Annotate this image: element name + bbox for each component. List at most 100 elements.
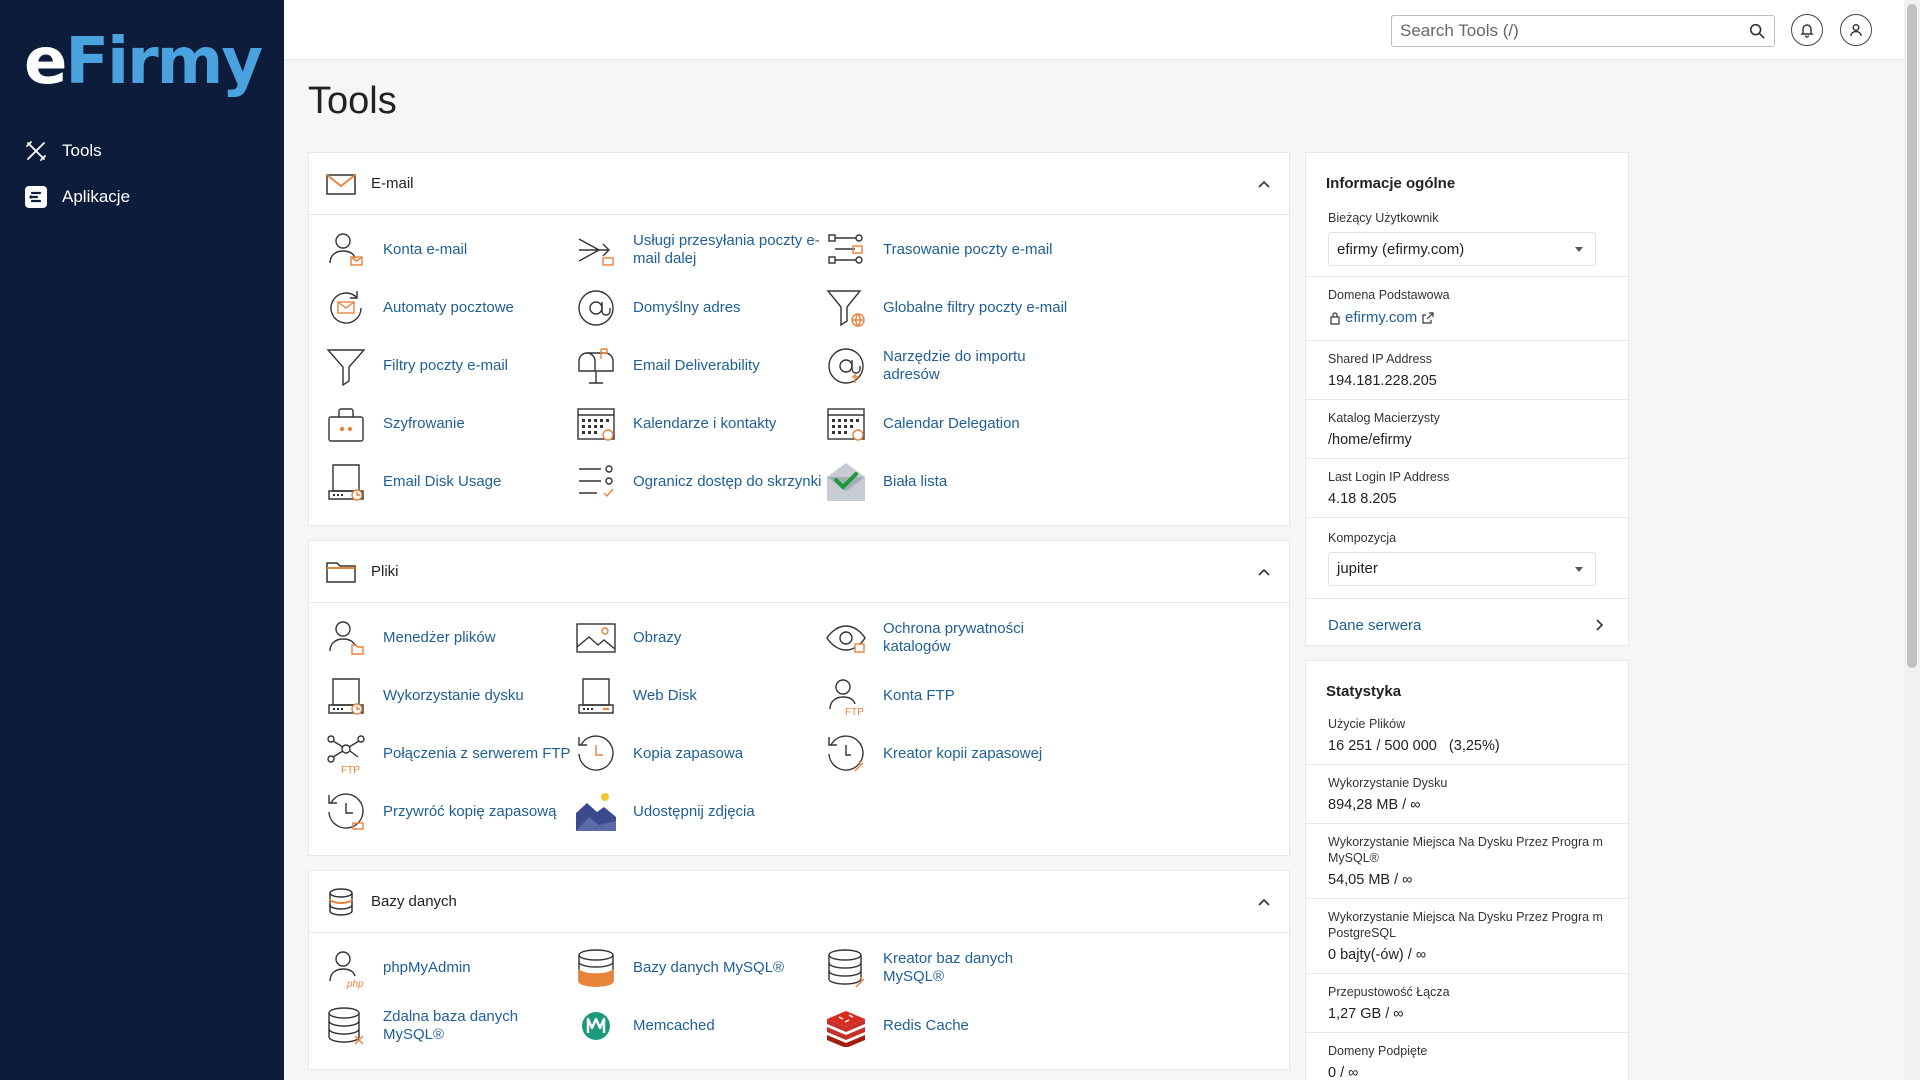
- chevron-up-icon[interactable]: [1257, 565, 1271, 579]
- tool-label: Konta e-mail: [383, 241, 468, 258]
- files-section-header[interactable]: Pliki: [309, 541, 1289, 603]
- tool-address-importer[interactable]: Narzędzie do importu adresów: [825, 343, 1075, 389]
- tool-label: Redis Cache: [883, 1017, 969, 1034]
- page-scrollbar[interactable]: [1904, 0, 1920, 1080]
- autoresponder-icon: [330, 291, 362, 324]
- shared-ip-value: 194.181.228.205: [1328, 372, 1437, 389]
- mailbox-icon: [578, 348, 614, 384]
- tool-label: Email Deliverability: [633, 357, 760, 374]
- tool-label: Email Disk Usage: [383, 473, 502, 490]
- routing-icon: [828, 234, 863, 264]
- databases-section-header[interactable]: Bazy danych: [309, 871, 1289, 933]
- email-section-header[interactable]: E-mail: [309, 153, 1289, 215]
- current-user-select[interactable]: efirmy (efirmy.com): [1328, 232, 1596, 266]
- disk-usage-label: Wykorzystanie Dysku: [1328, 776, 1448, 790]
- tool-directory-privacy[interactable]: Ochrona prywatności katalogów: [825, 615, 1075, 661]
- section-title: Pliki: [371, 563, 399, 580]
- svg-text:FTP: FTP: [845, 707, 864, 717]
- tool-label: Udostępnij zdjęcia: [633, 803, 755, 820]
- file-usage-row: Użycie Plików 16 251 / 500 000 (3,25%): [1306, 712, 1628, 764]
- sidebar-nav: Tools Aplikacje: [24, 128, 264, 220]
- tool-backup-wizard[interactable]: Kreator kopii zapasowej: [825, 731, 1075, 777]
- phpmyadmin-icon: php: [329, 951, 364, 989]
- user-menu-button[interactable]: [1840, 14, 1872, 46]
- tool-restrict-mailbox[interactable]: Ogranicz dostęp do skrzynki: [575, 459, 825, 505]
- tool-share-photos[interactable]: Udostępnij zdjęcia: [575, 789, 825, 835]
- mysql-usage-label: Wykorzystanie Miejsca Na Dysku Przez Pro…: [1328, 835, 1603, 865]
- folder-icon: [326, 561, 356, 583]
- bandwidth-row: Przepustowość Łącza 1,27 GB / ∞: [1306, 973, 1628, 1032]
- tool-email-filters[interactable]: Filtry poczty e-mail: [325, 343, 575, 389]
- tool-images[interactable]: Obrazy: [575, 615, 825, 661]
- tool-email-forwarders[interactable]: Usługi przesyłania poczty e-mail dalej: [575, 227, 825, 273]
- tools-icon: [26, 141, 46, 161]
- scrollbar-thumb[interactable]: [1907, 4, 1917, 668]
- tool-calendars-contacts[interactable]: Kalendarze i kontakty: [575, 401, 825, 447]
- tool-ftp-accounts[interactable]: FTP Konta FTP: [825, 673, 1075, 719]
- ftp-user-icon: FTP: [829, 679, 864, 717]
- general-info-title: Informacje ogólne: [1326, 175, 1456, 192]
- last-login-label: Last Login IP Address: [1328, 469, 1450, 484]
- tool-email-deliverability[interactable]: Email Deliverability: [575, 343, 825, 389]
- tool-disk-usage[interactable]: Wykorzystanie dysku: [325, 673, 575, 719]
- search-icon[interactable]: [1748, 22, 1766, 40]
- current-user-label: Bieżący Użytkownik: [1328, 211, 1439, 225]
- chevron-right-icon: [1596, 619, 1604, 631]
- tool-phpmyadmin[interactable]: php phpMyAdmin: [325, 945, 575, 991]
- tool-memcached[interactable]: Memcached: [575, 1003, 825, 1049]
- theme-row: Kompozycja jupiter: [1306, 516, 1628, 598]
- theme-label: Kompozycja: [1328, 530, 1397, 545]
- tool-email-routing[interactable]: Trasowanie poczty e-mail: [825, 227, 1075, 273]
- tool-email-disk-usage[interactable]: Email Disk Usage: [325, 459, 575, 505]
- redis-icon: [827, 1011, 865, 1047]
- bandwidth-label: Przepustowość Łącza: [1328, 985, 1450, 999]
- ftp-network-icon: FTP: [327, 735, 365, 775]
- sidebar-item-aplikacje[interactable]: Aplikacje: [24, 174, 264, 220]
- eye-icon: [826, 625, 866, 653]
- theme-select[interactable]: jupiter: [1328, 551, 1596, 586]
- tool-ftp-connections[interactable]: FTP Połączenia z serwerem FTP: [325, 731, 575, 777]
- tool-encryption[interactable]: Szyfrowanie: [325, 401, 575, 447]
- tool-backup[interactable]: Kopia zapasowa: [575, 731, 825, 777]
- search-box[interactable]: [1391, 15, 1775, 47]
- section-title: E-mail: [371, 175, 414, 192]
- chevron-up-icon[interactable]: [1257, 895, 1271, 909]
- primary-domain-label: Domena Podstawowa: [1328, 288, 1450, 302]
- tool-whitelist[interactable]: Biała lista: [825, 459, 1075, 505]
- remote-database-icon: [328, 1007, 364, 1045]
- tool-label: Web Disk: [633, 687, 697, 704]
- tool-label: Konta FTP: [883, 687, 955, 704]
- tool-remote-mysql[interactable]: Zdalna baza danych MySQL®: [325, 1003, 575, 1049]
- last-login-value: 4.18 8.205: [1328, 490, 1397, 507]
- sidebar-item-tools[interactable]: Tools: [24, 128, 264, 174]
- postgresql-usage-label: Wykorzystanie Miejsca Na Dysku Przez Pro…: [1328, 910, 1603, 940]
- sidebar: eFirmy Tools Aplikacje: [0, 0, 284, 1080]
- tool-default-address[interactable]: Domyślny adres: [575, 285, 825, 331]
- tool-file-manager[interactable]: Menedżer plików: [325, 615, 575, 661]
- tool-mysql-wizard[interactable]: Kreator baz danych MySQL®: [825, 945, 1075, 991]
- tool-calendar-delegation[interactable]: Calendar Delegation: [825, 401, 1075, 447]
- tool-email-accounts[interactable]: Konta e-mail: [325, 227, 575, 273]
- tool-label: Menedżer plików: [383, 629, 496, 646]
- shared-ip-row: Shared IP Address 194.181.228.205: [1306, 339, 1628, 399]
- statistics-panel: Statystyka Użycie Plików 16 251 / 500 00…: [1305, 660, 1629, 1080]
- file-manager-icon: [329, 621, 364, 655]
- notifications-button[interactable]: [1791, 14, 1823, 46]
- tool-label: Ogranicz dostęp do skrzynki: [633, 473, 822, 490]
- tool-label: Trasowanie poczty e-mail: [883, 241, 1053, 258]
- theme-value: jupiter: [1337, 560, 1378, 577]
- tool-web-disk[interactable]: Web Disk: [575, 673, 825, 719]
- file-usage-label: Użycie Plików: [1328, 717, 1406, 731]
- primary-domain-link[interactable]: efirmy.com: [1328, 309, 1435, 326]
- search-input[interactable]: [1392, 21, 1732, 41]
- tool-redis-cache[interactable]: Redis Cache: [825, 1003, 1075, 1049]
- tool-autoresponders[interactable]: Automaty pocztowe: [325, 285, 575, 331]
- disk-usage-row: Wykorzystanie Dysku 894,28 MB / ∞: [1306, 764, 1628, 823]
- tool-global-filters[interactable]: Globalne filtry poczty e-mail: [825, 285, 1075, 331]
- tool-mysql-databases[interactable]: Bazy danych MySQL®: [575, 945, 825, 991]
- mysql-usage-value: 54,05 MB / ∞: [1328, 872, 1413, 888]
- tool-restore-backup[interactable]: Przywróć kopię zapasową: [325, 789, 575, 835]
- brand-logo[interactable]: eFirmy: [24, 22, 263, 102]
- server-info-link[interactable]: Dane serwera: [1306, 597, 1628, 652]
- chevron-up-icon[interactable]: [1257, 177, 1271, 191]
